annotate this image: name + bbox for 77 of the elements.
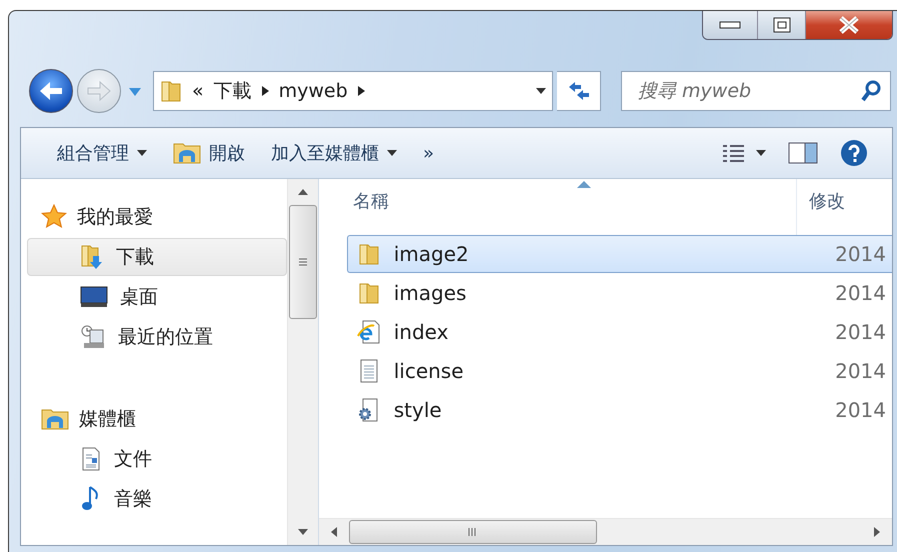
- open-button[interactable]: 開啟: [163, 137, 255, 169]
- file-name: images: [394, 281, 468, 305]
- overflow-chevron[interactable]: «: [192, 80, 204, 102]
- folder-icon: [358, 281, 380, 305]
- file-name: style: [394, 398, 443, 422]
- refresh-button[interactable]: [557, 71, 601, 111]
- left-arrow-icon: [331, 527, 337, 537]
- close-button[interactable]: [805, 11, 892, 39]
- caret-icon: [129, 88, 141, 96]
- file-row[interactable]: index 2014: [347, 313, 892, 351]
- maximize-button[interactable]: [757, 11, 805, 39]
- down-arrow-icon: [298, 529, 308, 535]
- file-row[interactable]: image2 2014: [347, 235, 892, 273]
- refresh-icon: [566, 80, 590, 102]
- star-icon: [41, 204, 67, 230]
- search-icon[interactable]: [861, 80, 881, 102]
- crumb-arrow-icon[interactable]: [262, 86, 269, 96]
- nav-group[interactable]: 我的最愛: [21, 197, 287, 237]
- modified-date: 2014: [835, 281, 886, 305]
- nav-item[interactable]: 音樂: [27, 480, 287, 518]
- file-row[interactable]: images 2014: [347, 274, 892, 312]
- text-file-icon: [358, 358, 380, 384]
- modified-date: 2014: [835, 242, 886, 266]
- grip-icon: [468, 527, 478, 537]
- recent-places-icon: [80, 324, 106, 350]
- folder-icon: [160, 79, 182, 103]
- back-arrow-icon: [38, 80, 64, 102]
- search-field[interactable]: 搜尋 myweb: [621, 71, 891, 111]
- nav-item[interactable]: 最近的位置: [27, 318, 287, 356]
- nav-item[interactable]: 桌面: [27, 278, 287, 316]
- right-arrow-icon: [874, 527, 880, 537]
- toolbar-menu-button[interactable]: 組合管理: [47, 137, 157, 169]
- monitor-icon: [80, 286, 108, 308]
- close-icon: [838, 16, 860, 34]
- dropdown-caret-icon: [536, 88, 546, 94]
- folder-icon: [358, 242, 380, 266]
- preview-pane-icon: [788, 142, 818, 164]
- breadcrumb[interactable]: myweb: [278, 80, 348, 102]
- more-button[interactable]: »: [413, 138, 444, 168]
- modified-date: 2014: [835, 320, 886, 344]
- web-page-icon: [356, 319, 381, 345]
- toolbar-menu-button[interactable]: 加入至媒體櫃: [261, 137, 407, 169]
- downloads-folder-icon: [80, 244, 104, 270]
- forward-arrow-icon: [86, 80, 112, 102]
- minimize-button[interactable]: [703, 11, 757, 39]
- file-row[interactable]: license 2014: [347, 352, 892, 390]
- up-arrow-icon: [298, 189, 308, 195]
- library-folder-icon: [173, 141, 201, 165]
- modified-date: 2014: [835, 359, 886, 383]
- address-bar[interactable]: « 下載 myweb: [153, 71, 553, 111]
- nav-item[interactable]: 下載: [27, 238, 287, 276]
- caret-icon: [756, 150, 766, 156]
- file-row[interactable]: style 2014: [347, 391, 892, 429]
- document-icon: [80, 446, 102, 472]
- horizontal-scrollbar[interactable]: [319, 518, 892, 545]
- grip-icon: [298, 258, 308, 266]
- library-folder-icon: [41, 407, 69, 431]
- nav-item[interactable]: 文件: [27, 440, 287, 478]
- help-icon: [840, 139, 868, 167]
- vertical-scrollbar[interactable]: [287, 179, 319, 545]
- maximize-icon: [772, 17, 790, 33]
- breadcrumb[interactable]: 下載: [214, 78, 252, 104]
- crumb-arrow-icon[interactable]: [358, 86, 365, 96]
- back-button[interactable]: [29, 69, 73, 113]
- scroll-thumb[interactable]: [289, 205, 317, 319]
- nav-group[interactable]: 媒體櫃: [21, 399, 287, 439]
- minimize-icon: [719, 21, 741, 29]
- caret-icon: [137, 150, 147, 156]
- scroll-thumb[interactable]: [349, 520, 597, 544]
- details-view-icon: [722, 144, 746, 162]
- caret-icon: [387, 150, 397, 156]
- sort-arrow-icon: [577, 181, 591, 188]
- file-name: license: [394, 359, 465, 383]
- modified-date: 2014: [835, 398, 886, 422]
- file-name: image2: [394, 242, 470, 266]
- file-name: index: [394, 320, 450, 344]
- column-header[interactable]: 修改: [797, 179, 845, 235]
